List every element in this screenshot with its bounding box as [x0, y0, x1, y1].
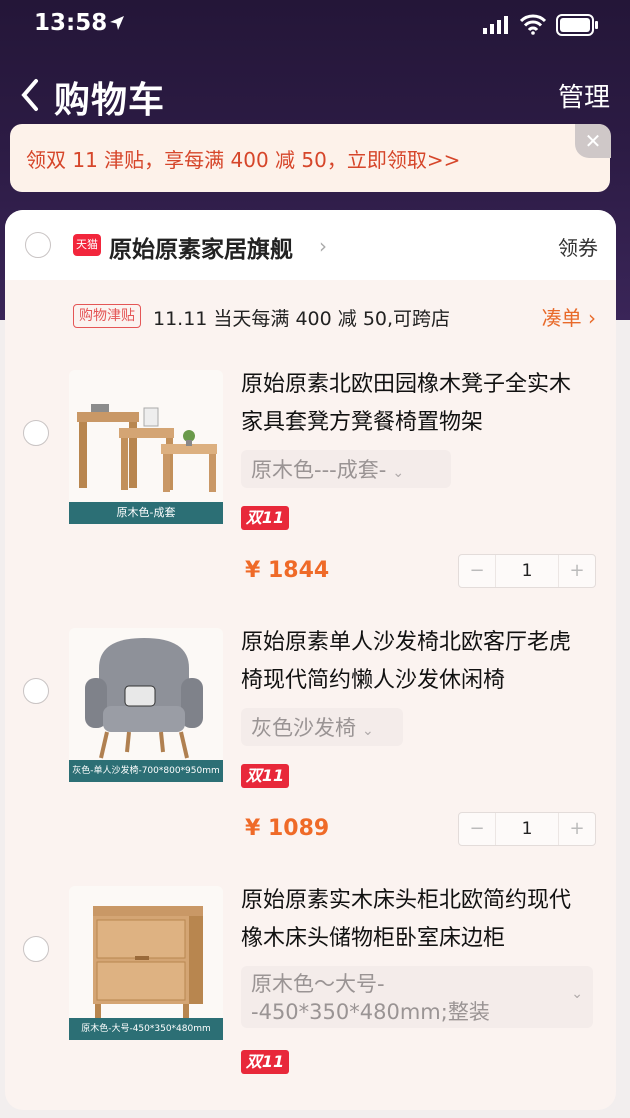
- increase-quantity-button[interactable]: +: [558, 813, 595, 845]
- quantity-stepper: − 1 +: [458, 554, 596, 588]
- product-title[interactable]: 原始原素实木床头柜北欧简约现代橡木床头储物柜卧室床边柜: [241, 882, 591, 958]
- decrease-quantity-button[interactable]: −: [459, 813, 496, 845]
- battery-icon: [556, 14, 598, 36]
- sku-value: 灰色沙发椅: [251, 716, 356, 740]
- quantity-stepper: − 1 +: [458, 812, 596, 846]
- product-image-nightstand[interactable]: [69, 886, 223, 1028]
- double11-badge: 双11: [241, 1050, 289, 1074]
- product-image-caption: 原木色-成套: [69, 502, 223, 524]
- product-image-armchair[interactable]: [69, 628, 223, 770]
- cart-item: 原木色-成套 原始原素北欧田园橡木凳子全实木家具套凳方凳餐椅置物架 原木色---…: [5, 362, 616, 602]
- subsidy-text: 11.11 当天每满 400 减 50,可跨店: [153, 308, 451, 330]
- status-bar: 13:58: [0, 0, 630, 50]
- chevron-down-icon: ⌄: [362, 723, 374, 739]
- cart-item: 原木色-大号-450*350*480mm 原始原素实木床头柜北欧简约现代橡木床头…: [5, 878, 616, 1118]
- subsidy-row: 购物津贴 11.11 当天每满 400 减 50,可跨店 凑单 ›: [5, 298, 616, 334]
- cart-item: 灰色-单人沙发椅-700*800*950mm 原始原素单人沙发椅北欧客厅老虎椅现…: [5, 620, 616, 860]
- item-select-radio[interactable]: [23, 678, 49, 704]
- nav-bar: 购物车 管理: [0, 65, 630, 125]
- subsidy-badge: 购物津贴: [73, 304, 141, 328]
- location-arrow-icon: [110, 16, 124, 30]
- quantity-value[interactable]: 1: [495, 555, 559, 587]
- store-select-radio[interactable]: [25, 232, 51, 258]
- item-select-radio[interactable]: [23, 420, 49, 446]
- store-name[interactable]: 原始原素家居旗舰: [109, 230, 293, 264]
- chevron-down-icon: ⌄: [392, 465, 405, 481]
- page-title: 购物车: [54, 80, 166, 121]
- back-arrow-icon[interactable]: [14, 75, 48, 115]
- item-select-radio[interactable]: [23, 936, 49, 962]
- sku-value: 原木色---成套-: [251, 458, 387, 482]
- product-title[interactable]: 原始原素单人沙发椅北欧客厅老虎椅现代简约懒人沙发休闲椅: [241, 624, 591, 700]
- wifi-icon: [520, 14, 546, 35]
- price: ¥ 1844: [245, 558, 330, 583]
- product-title[interactable]: 原始原素北欧田园橡木凳子全实木家具套凳方凳餐椅置物架: [241, 366, 591, 442]
- store-card: 天猫 原始原素家居旗舰 › 领券 购物津贴 11.11 当天每满 400 减 5…: [5, 210, 616, 1110]
- decrease-quantity-button[interactable]: −: [459, 555, 496, 587]
- promo-banner[interactable]: 领双 11 津贴，享每满 400 减 50，立即领取>> ✕: [10, 124, 611, 192]
- product-image-stool-set[interactable]: [69, 370, 223, 512]
- sku-selector[interactable]: 原木色～大号--450*350*480mm;整装 ⌄: [241, 966, 593, 1028]
- double11-badge: 双11: [241, 506, 289, 530]
- price: ¥ 1089: [245, 816, 330, 841]
- increase-quantity-button[interactable]: +: [558, 555, 595, 587]
- coupon-button[interactable]: 领券: [558, 232, 598, 261]
- chevron-right-icon[interactable]: ›: [319, 234, 327, 258]
- tmall-badge: 天猫: [73, 234, 101, 256]
- chevron-down-icon: ⌄: [571, 986, 583, 1002]
- close-icon[interactable]: ✕: [575, 124, 611, 158]
- quantity-value[interactable]: 1: [495, 813, 559, 845]
- sku-selector[interactable]: 原木色---成套- ⌄: [241, 450, 451, 488]
- cellular-signal-icon: [483, 16, 508, 34]
- manage-button[interactable]: 管理: [558, 77, 610, 114]
- store-header: 天猫 原始原素家居旗舰 › 领券: [5, 210, 616, 280]
- promo-text[interactable]: 领双 11 津贴，享每满 400 减 50，立即领取>>: [26, 144, 460, 173]
- double11-badge: 双11: [241, 764, 289, 788]
- product-image-caption: 原木色-大号-450*350*480mm: [69, 1018, 223, 1040]
- status-time: 13:58: [34, 10, 108, 36]
- product-image-caption: 灰色-单人沙发椅-700*800*950mm: [69, 760, 223, 782]
- sku-value: 原木色～大号--450*350*480mm;整装: [251, 972, 490, 1024]
- collect-order-button[interactable]: 凑单 ›: [542, 302, 596, 331]
- sku-selector[interactable]: 灰色沙发椅 ⌄: [241, 708, 403, 746]
